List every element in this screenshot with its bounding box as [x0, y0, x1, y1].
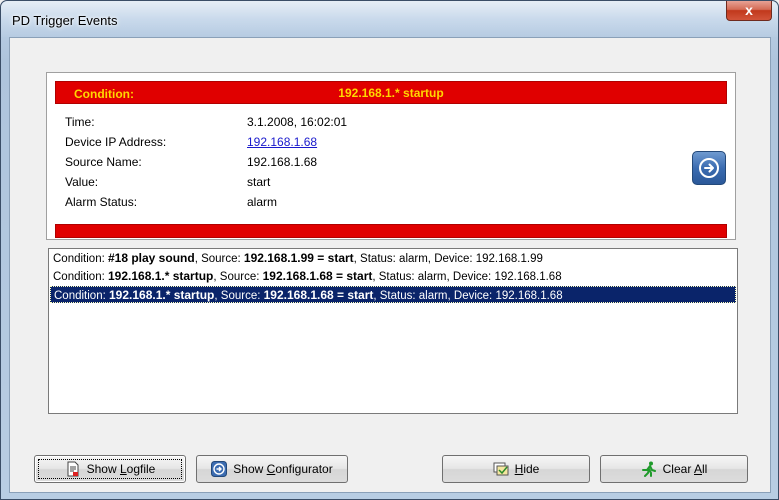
event-list-item[interactable]: Condition: #18 play sound, Source: 192.1…: [50, 250, 736, 267]
event-detail-panel: 192.168.1.* startup Condition: Time: 3.1…: [46, 72, 736, 240]
title-bar[interactable]: PD Trigger Events x: [1, 1, 778, 37]
value-label: Value:: [65, 175, 99, 189]
source-name-value: 192.168.1.68: [247, 155, 318, 169]
alarm-status-label: Alarm Status:: [65, 195, 138, 209]
clear-all-button[interactable]: Clear All: [600, 455, 748, 483]
show-logfile-button[interactable]: Show Logfile: [34, 455, 186, 483]
event-list[interactable]: Condition: #18 play sound, Source: 192.1…: [48, 248, 738, 414]
detail-footer-bar: [55, 224, 727, 238]
device-ip-link[interactable]: 192.168.1.68: [247, 135, 317, 149]
condition-label: Condition:: [74, 87, 134, 101]
hide-icon: [493, 461, 509, 477]
device-ip-label: Device IP Address:: [65, 135, 167, 149]
value-value: start: [247, 175, 271, 189]
running-man-icon: [641, 461, 657, 477]
source-name-label: Source Name:: [65, 155, 142, 169]
dialog-window: PD Trigger Events x 192.168.1.* startup …: [0, 0, 779, 500]
alarm-status-value: alarm: [247, 195, 278, 209]
hide-button[interactable]: Hide: [442, 455, 590, 483]
close-button[interactable]: x: [726, 1, 772, 21]
arrow-right-circle-icon: [699, 158, 719, 178]
condition-header-bar: 192.168.1.* startup Condition:: [55, 81, 727, 104]
time-label: Time:: [65, 115, 95, 129]
logfile-icon: [65, 461, 81, 477]
time-value: 3.1.2008, 16:02:01: [247, 115, 348, 129]
window-title: PD Trigger Events: [12, 13, 118, 28]
dialog-client-area: 192.168.1.* startup Condition: Time: 3.1…: [9, 37, 771, 493]
open-device-button[interactable]: [692, 151, 726, 185]
configurator-icon: [211, 461, 228, 477]
close-icon: x: [745, 2, 753, 18]
event-list-item[interactable]: Condition: 192.168.1.* startup, Source: …: [50, 268, 736, 285]
show-configurator-button[interactable]: Show Configurator: [196, 455, 348, 483]
condition-value: 192.168.1.* startup: [338, 86, 444, 100]
event-list-item-selected[interactable]: Condition: 192.168.1.* startup, Source: …: [50, 286, 736, 303]
